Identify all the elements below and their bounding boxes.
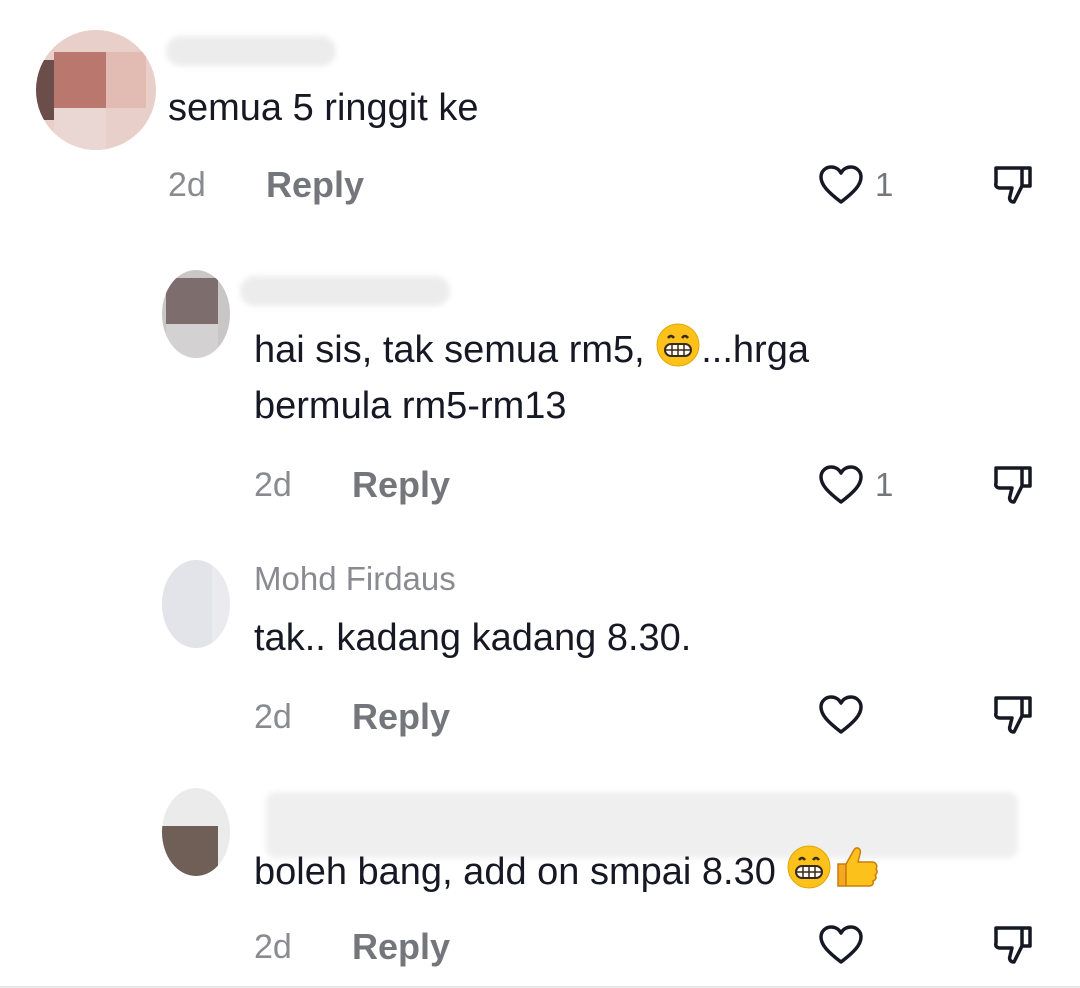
comment-time: 2d: [254, 698, 292, 736]
heart-icon[interactable]: [818, 164, 864, 206]
thumbs-down-icon[interactable]: [990, 462, 1036, 508]
comment-item: semua 5 ringgit ke 2d Reply 1: [0, 0, 1080, 240]
author-name-redacted: [166, 36, 336, 66]
comment-time: 2d: [168, 166, 206, 204]
heart-icon[interactable]: [818, 694, 864, 736]
reply-button[interactable]: Reply: [352, 696, 450, 738]
avatar[interactable]: [162, 270, 230, 358]
avatar[interactable]: [162, 560, 230, 648]
comment-text-line1: hai sis, tak semua rm5,: [254, 329, 656, 371]
comment-time: 2d: [254, 928, 292, 966]
grinning-face-icon: [786, 844, 832, 906]
like-count: 1: [875, 466, 894, 503]
comment-time: 2d: [254, 466, 292, 504]
heart-icon[interactable]: [818, 924, 864, 966]
avatar[interactable]: [162, 788, 230, 876]
comment-text: hai sis, tak semua rm5, ...hrga: [254, 322, 809, 384]
thumbs-up-icon: [832, 842, 880, 906]
thumbs-down-icon[interactable]: [990, 922, 1036, 968]
avatar[interactable]: [36, 30, 156, 150]
thumbs-down-icon[interactable]: [990, 692, 1036, 738]
comment-text-line1-end: ...hrga: [701, 329, 809, 371]
reply-button[interactable]: Reply: [352, 926, 450, 968]
reply-button[interactable]: Reply: [266, 164, 364, 206]
comment-text-line2: bermula rm5-rm13: [254, 385, 567, 427]
comment-item: hai sis, tak semua rm5, ...hrga bermula …: [0, 240, 1080, 540]
author-name-redacted: [240, 276, 450, 306]
author-name[interactable]: Mohd Firdaus: [254, 560, 456, 598]
comment-text: boleh bang, add on smpai 8.30: [254, 842, 880, 906]
heart-icon[interactable]: [818, 464, 864, 506]
like-count: 1: [875, 166, 894, 203]
comment-text-body: boleh bang, add on smpai 8.30: [254, 851, 787, 893]
comment-text: tak.. kadang kadang 8.30.: [254, 617, 692, 659]
thumbs-down-icon[interactable]: [990, 162, 1036, 208]
grinning-face-icon: [655, 322, 701, 384]
comment-text: semua 5 ringgit ke: [168, 87, 479, 129]
comment-item: boleh bang, add on smpai 8.30 2d Reply: [0, 770, 1080, 988]
reply-button[interactable]: Reply: [352, 464, 450, 506]
comment-item: Mohd Firdaus tak.. kadang kadang 8.30. 2…: [0, 540, 1080, 770]
